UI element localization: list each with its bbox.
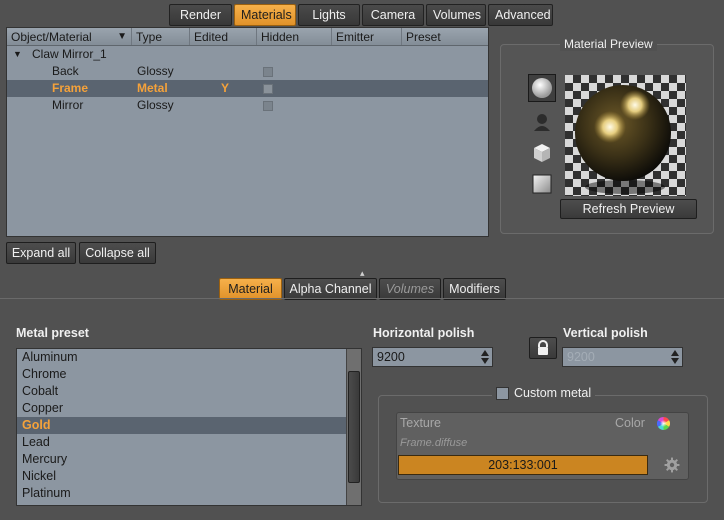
hidden-checkbox[interactable] — [263, 84, 273, 94]
custom-metal-toggle[interactable]: Custom metal — [492, 386, 596, 400]
subtab-material[interactable]: Material — [219, 278, 282, 300]
vertical-polish-value: 9200 — [567, 350, 595, 364]
root-object-name: Claw Mirror_1 — [32, 47, 107, 61]
vertical-polish-label: Vertical polish — [563, 326, 648, 340]
hidden-checkbox[interactable] — [263, 67, 273, 77]
tab-volumes[interactable]: Volumes — [426, 4, 486, 26]
texture-label: Texture — [400, 416, 441, 430]
gear-icon[interactable] — [664, 457, 680, 476]
column-emitter[interactable]: Emitter — [332, 28, 402, 45]
column-object-material[interactable]: Object/Material ▼ — [7, 28, 132, 45]
tab-advanced[interactable]: Advanced — [488, 4, 553, 26]
metal-preset-item[interactable]: Copper — [17, 400, 361, 417]
tree-header: Object/Material ▼ Type Edited Hidden Emi… — [7, 28, 488, 46]
hidden-checkbox[interactable] — [263, 101, 273, 111]
sort-arrow-icon: ▼ — [117, 31, 127, 42]
metal-preset-item[interactable]: Platinum — [17, 485, 361, 502]
plane-icon[interactable] — [528, 170, 556, 198]
tab-render[interactable]: Render — [169, 4, 232, 26]
tree-row-frame[interactable]: Frame Metal Y — [7, 80, 488, 97]
lock-polish-button[interactable] — [529, 337, 557, 359]
vertical-polish-field[interactable]: 9200 — [562, 347, 683, 367]
edited-flag: Y — [221, 81, 230, 95]
material-type: Metal — [137, 81, 168, 95]
subtab-alpha-channel[interactable]: Alpha Channel — [284, 278, 377, 300]
color-wheel-icon[interactable] — [657, 417, 670, 433]
metal-preset-item[interactable]: Lead — [17, 434, 361, 451]
column-hidden[interactable]: Hidden — [257, 28, 332, 45]
custom-metal-color-swatch[interactable]: 203:133:001 — [398, 455, 648, 475]
metal-preset-item[interactable]: Cobalt — [17, 383, 361, 400]
tree-row-mirror[interactable]: Mirror Glossy — [7, 97, 488, 114]
material-name: Mirror — [52, 98, 84, 112]
material-type: Glossy — [137, 98, 174, 112]
tab-materials[interactable]: Materials — [234, 4, 296, 26]
sphere-icon[interactable] — [528, 74, 556, 102]
color-label: Color — [615, 416, 645, 430]
horizontal-polish-value: 9200 — [377, 350, 405, 364]
figure-icon[interactable] — [528, 108, 556, 136]
metal-preset-item-selected[interactable]: Gold — [17, 417, 361, 434]
horizontal-polish-field[interactable]: 9200 — [372, 347, 493, 367]
metal-preset-item[interactable]: Chrome — [17, 366, 361, 383]
texture-path[interactable]: Frame.diffuse — [400, 437, 467, 449]
refresh-preview-button[interactable]: Refresh Preview — [560, 199, 697, 219]
expand-all-button[interactable]: Expand all — [6, 242, 76, 264]
collapse-all-button[interactable]: Collapse all — [79, 242, 156, 264]
stepper-arrows-icon[interactable] — [480, 349, 490, 365]
custom-metal-label: Custom metal — [514, 386, 592, 400]
material-tree: Object/Material ▼ Type Edited Hidden Emi… — [6, 27, 489, 237]
column-preset[interactable]: Preset — [402, 28, 488, 45]
metal-preset-item[interactable]: Mercury — [17, 451, 361, 468]
tab-camera[interactable]: Camera — [362, 4, 424, 26]
lock-icon — [538, 340, 548, 355]
divider — [0, 298, 724, 299]
metal-preset-item[interactable]: Aluminum — [17, 349, 361, 366]
material-preview-render — [565, 75, 686, 196]
metal-preset-list: Aluminum Chrome Cobalt Copper Gold Lead … — [16, 348, 362, 506]
material-name: Back — [52, 64, 79, 78]
material-type: Glossy — [137, 64, 174, 78]
cube-icon[interactable] — [528, 139, 556, 167]
top-tab-bar: Render Materials Lights Camera Volumes A… — [169, 4, 553, 26]
column-type[interactable]: Type — [132, 28, 190, 45]
material-name: Frame — [52, 81, 89, 95]
material-preview-title: Material Preview — [560, 37, 657, 51]
subtab-volumes[interactable]: Volumes — [379, 278, 441, 300]
tree-row-back[interactable]: Back Glossy — [7, 63, 488, 80]
metal-preset-label: Metal preset — [16, 326, 89, 340]
subtab-modifiers[interactable]: Modifiers — [443, 278, 506, 300]
metal-preset-item[interactable]: Nickel — [17, 468, 361, 485]
tab-lights[interactable]: Lights — [298, 4, 360, 26]
horizontal-polish-label: Horizontal polish — [373, 326, 475, 340]
disclosure-triangle-icon[interactable]: ▼ — [13, 46, 22, 63]
tree-root-row[interactable]: ▼ Claw Mirror_1 — [7, 46, 488, 63]
scrollbar-thumb[interactable] — [348, 371, 360, 483]
column-edited[interactable]: Edited — [190, 28, 257, 45]
stepper-arrows-icon[interactable] — [670, 349, 680, 365]
metal-preset-scrollbar[interactable] — [346, 349, 361, 505]
custom-metal-checkbox[interactable] — [496, 386, 509, 400]
